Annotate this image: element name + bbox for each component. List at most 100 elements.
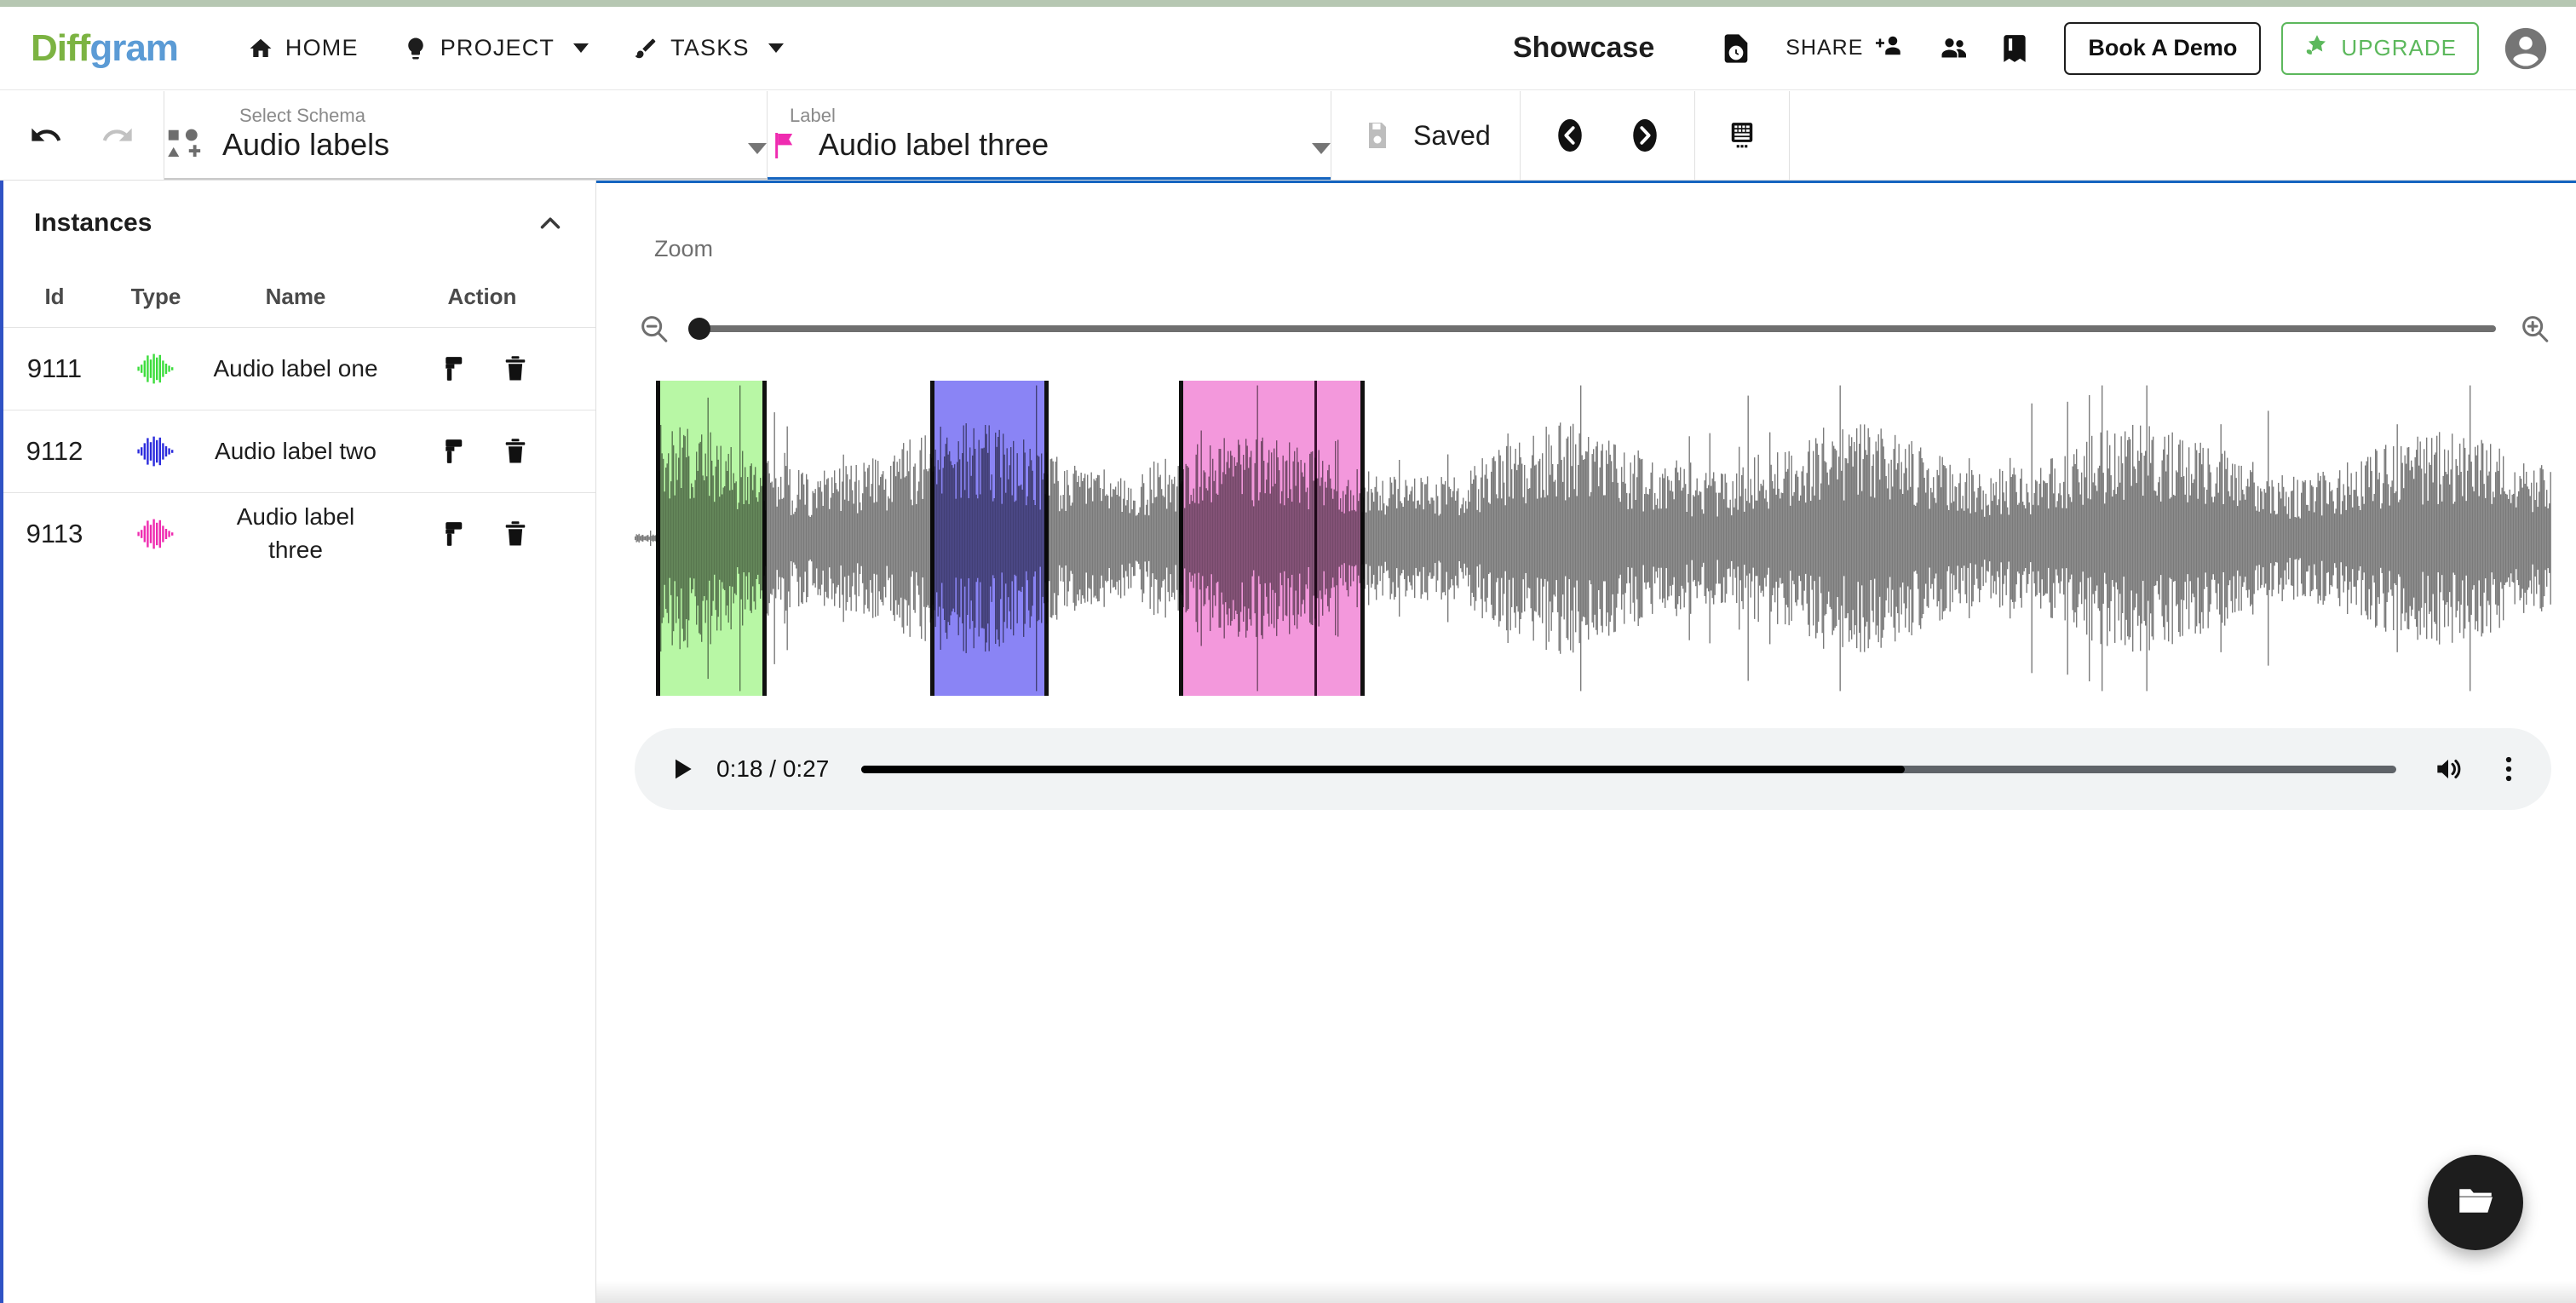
book-a-demo-button[interactable]: Book A Demo	[2064, 21, 2262, 75]
chevron-down-icon	[768, 43, 784, 53]
play-icon[interactable]	[669, 755, 696, 784]
brush-icon	[633, 36, 658, 61]
trash-icon[interactable]	[500, 435, 531, 468]
chevron-left-circle-icon[interactable]	[1551, 117, 1589, 154]
book-icon[interactable]	[1984, 18, 2045, 79]
more-vertical-icon[interactable]	[2500, 752, 2517, 786]
flag-icon	[768, 129, 802, 163]
region-split-marker	[1314, 381, 1318, 696]
player-time-display: 0:18 / 0:27	[716, 755, 830, 782]
column-header-action: Action	[447, 283, 517, 309]
table-row[interactable]: 9111 Audio label one	[3, 327, 595, 410]
nav-label-project: PROJECT	[440, 35, 555, 60]
audio-player-bar: 0:18 / 0:27	[635, 728, 2551, 810]
magnify-minus-icon[interactable]	[637, 312, 671, 346]
top-accent-strip	[0, 0, 2576, 7]
zoom-slider-track[interactable]	[688, 318, 2496, 340]
nav-item-home[interactable]: HOME	[226, 23, 381, 74]
nav-label-home: HOME	[285, 35, 359, 60]
chevron-down-icon[interactable]	[748, 143, 767, 154]
share-label: SHARE	[1785, 36, 1864, 60]
nav-item-project[interactable]: PROJECT	[381, 23, 611, 74]
schema-select-label: Select Schema	[239, 105, 365, 126]
label-select-value: Audio label three	[819, 127, 1049, 162]
page-title: Showcase	[1512, 32, 1655, 64]
instances-panel-header: Instances	[3, 181, 595, 266]
chevron-up-icon[interactable]	[534, 207, 566, 239]
instances-table: Id Type Name Action 9111 Audio label one	[3, 266, 595, 575]
share-button[interactable]: SHARE	[1767, 23, 1923, 74]
column-header-id: Id	[44, 283, 65, 309]
instance-name: Audio label three	[236, 503, 355, 563]
row-actions	[385, 518, 579, 550]
logo-text-diff: Diff	[31, 26, 90, 69]
zoom-slider-thumb[interactable]	[688, 318, 710, 340]
open-files-fab[interactable]	[2428, 1155, 2523, 1250]
magnify-plus-icon[interactable]	[2518, 312, 2552, 346]
undo-icon[interactable]	[29, 118, 63, 152]
header-actions: Showcase SHARE Book A Demo UPGRADE	[1513, 18, 2576, 79]
avatar[interactable]	[2501, 24, 2550, 73]
keyboard-shortcuts-group	[1695, 91, 1790, 180]
schema-select-value: Audio labels	[222, 127, 390, 162]
player-progress-fill	[861, 765, 1906, 773]
file-nav-group	[1521, 91, 1695, 180]
row-actions	[385, 435, 579, 468]
audio-waveform-icon	[106, 352, 206, 386]
schema-select[interactable]: Select Schema Audio labels	[164, 91, 768, 180]
document-clock-icon[interactable]	[1705, 18, 1767, 79]
region-audio-label-three[interactable]	[1179, 381, 1366, 696]
audio-annotation-main: Zoom 0:18 / 0:27	[596, 181, 2576, 1303]
zoom-slider-row	[637, 301, 2552, 357]
chevron-right-circle-icon[interactable]	[1626, 117, 1664, 154]
volume-up-icon[interactable]	[2432, 753, 2464, 785]
people-icon[interactable]	[1923, 18, 1984, 79]
brush-icon[interactable]	[434, 353, 466, 385]
region-audio-label-two[interactable]	[929, 381, 1049, 696]
audio-waveform-icon	[106, 517, 206, 551]
label-select-label: Label	[790, 105, 836, 126]
column-header-type: Type	[130, 283, 181, 309]
column-header-name: Name	[265, 283, 326, 309]
nav-label-tasks: TASKS	[670, 35, 750, 60]
zoom-label: Zoom	[654, 236, 714, 261]
chevron-down-icon	[573, 43, 589, 53]
save-status-text: Saved	[1413, 119, 1491, 151]
upgrade-button[interactable]: UPGRADE	[2281, 21, 2479, 75]
instances-sidebar: Instances Id Type Name Action 9111 Audio…	[0, 181, 596, 1303]
schema-select-row: Audio labels	[222, 127, 767, 163]
instances-panel-title: Instances	[34, 209, 152, 237]
redo-icon[interactable]	[101, 118, 135, 152]
trash-icon[interactable]	[500, 518, 531, 550]
row-actions	[385, 353, 579, 385]
lightbulb-icon	[403, 36, 428, 61]
brush-icon[interactable]	[434, 518, 466, 550]
person-add-icon	[1873, 32, 1904, 64]
nav-item-tasks[interactable]: TASKS	[611, 23, 806, 74]
waveform-canvas	[635, 385, 2551, 692]
folder-open-icon	[2454, 1180, 2497, 1226]
label-select[interactable]: Label Audio label three	[768, 91, 1331, 180]
table-row[interactable]: 9113 Audio label three	[3, 492, 595, 575]
player-seek-bar[interactable]	[861, 765, 2396, 773]
trash-icon[interactable]	[500, 353, 531, 385]
brush-icon[interactable]	[434, 435, 466, 468]
editor-toolbar: Select Schema Audio labels Label Audio l…	[0, 91, 2576, 181]
audio-waveform-display[interactable]	[635, 381, 2551, 696]
label-select-row: Audio label three	[819, 127, 1331, 163]
instance-name: Audio label one	[213, 354, 378, 382]
home-icon	[248, 36, 273, 61]
save-icon[interactable]	[1360, 118, 1394, 152]
region-audio-label-one[interactable]	[655, 381, 768, 696]
audio-waveform-icon	[106, 434, 206, 468]
chevron-down-icon[interactable]	[1312, 143, 1331, 154]
table-row[interactable]: 9112 Audio label two	[3, 410, 595, 492]
table-header-row: Id Type Name Action	[3, 266, 595, 327]
upgrade-label: UPGRADE	[2341, 35, 2457, 60]
keyboard-icon[interactable]	[1724, 118, 1760, 153]
star-rocket-icon	[2303, 32, 2331, 64]
diffgram-logo[interactable]: Diff gram	[31, 26, 179, 70]
instance-id: 9113	[26, 519, 83, 548]
schema-shapes-icon	[164, 125, 204, 164]
instance-name: Audio label two	[215, 437, 377, 464]
